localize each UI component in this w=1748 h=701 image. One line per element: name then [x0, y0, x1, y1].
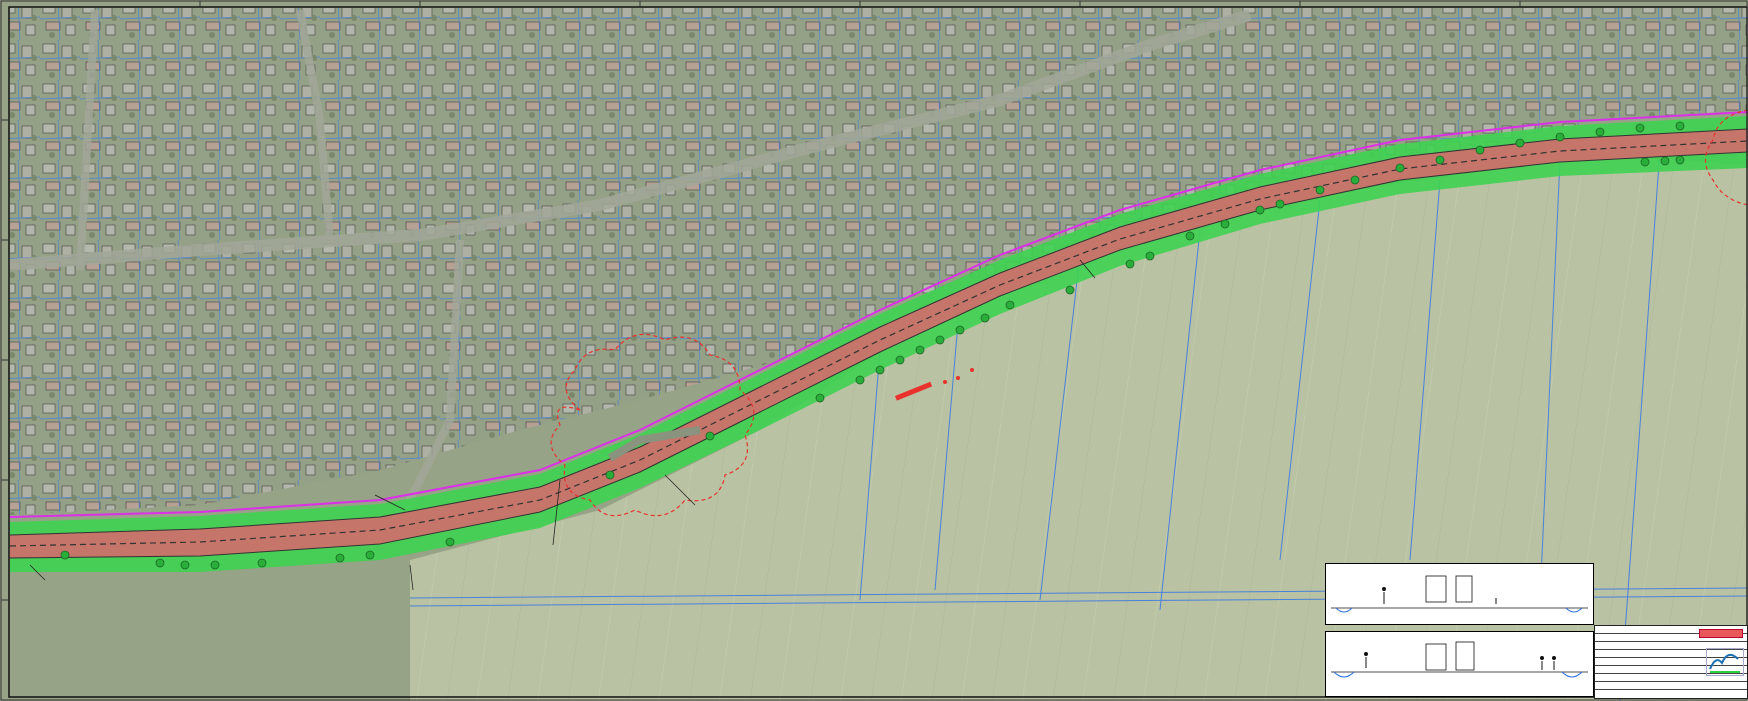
- cross-section-panel-2: [1325, 631, 1594, 697]
- drawing-sheet: [0, 0, 1748, 701]
- title-block-row-8: [1595, 682, 1747, 690]
- title-block: [1594, 625, 1748, 699]
- cross-section-panel-1: [1325, 563, 1594, 625]
- revision-badge: [1699, 629, 1743, 638]
- company-logo: [1706, 648, 1744, 676]
